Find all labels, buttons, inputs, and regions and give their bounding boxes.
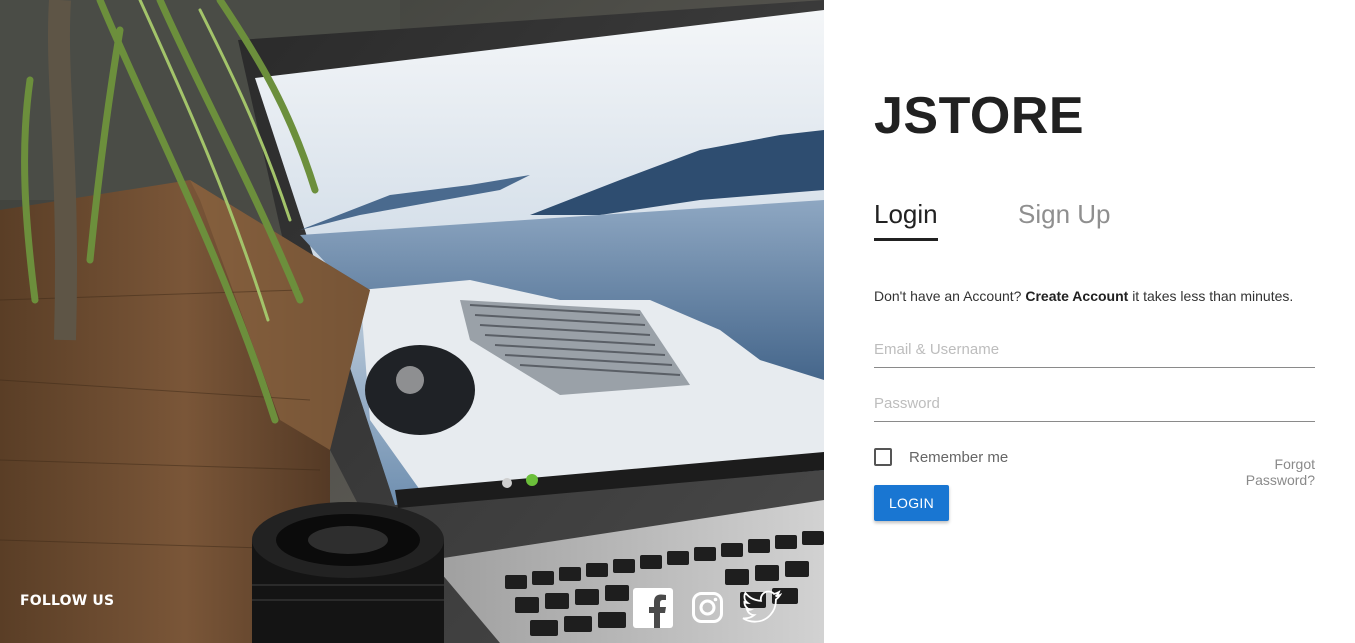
remember-me-checkbox[interactable] xyxy=(874,448,892,466)
active-tab-indicator xyxy=(874,238,938,241)
intro-suffix: it takes less than minutes. xyxy=(1132,288,1294,304)
password-input[interactable] xyxy=(874,386,1315,422)
create-account-prompt: Don't have an Account? Create Account it… xyxy=(874,288,1293,304)
facebook-icon[interactable] xyxy=(633,588,673,628)
login-button[interactable]: LOGIN xyxy=(874,485,949,521)
twitter-icon[interactable] xyxy=(742,590,782,626)
login-panel: JSTORE Login Sign Up Don't have an Accou… xyxy=(824,0,1355,643)
tab-login[interactable]: Login xyxy=(874,199,938,230)
tab-signup[interactable]: Sign Up xyxy=(1018,199,1111,230)
intro-prefix: Don't have an Account? xyxy=(874,288,1022,304)
remember-me-label[interactable]: Remember me xyxy=(909,449,1008,466)
brand-logo-text: JSTORE xyxy=(874,87,1085,145)
instagram-icon[interactable] xyxy=(692,592,723,623)
forgot-password-link[interactable]: Forgot Password? xyxy=(1202,456,1315,488)
hero-image: FOLLOW US xyxy=(0,0,824,643)
email-username-input[interactable] xyxy=(874,332,1315,368)
follow-us-label: FOLLOW US xyxy=(20,593,115,609)
create-account-link[interactable]: Create Account xyxy=(1025,288,1128,304)
hero-photo-illustration xyxy=(0,0,824,643)
